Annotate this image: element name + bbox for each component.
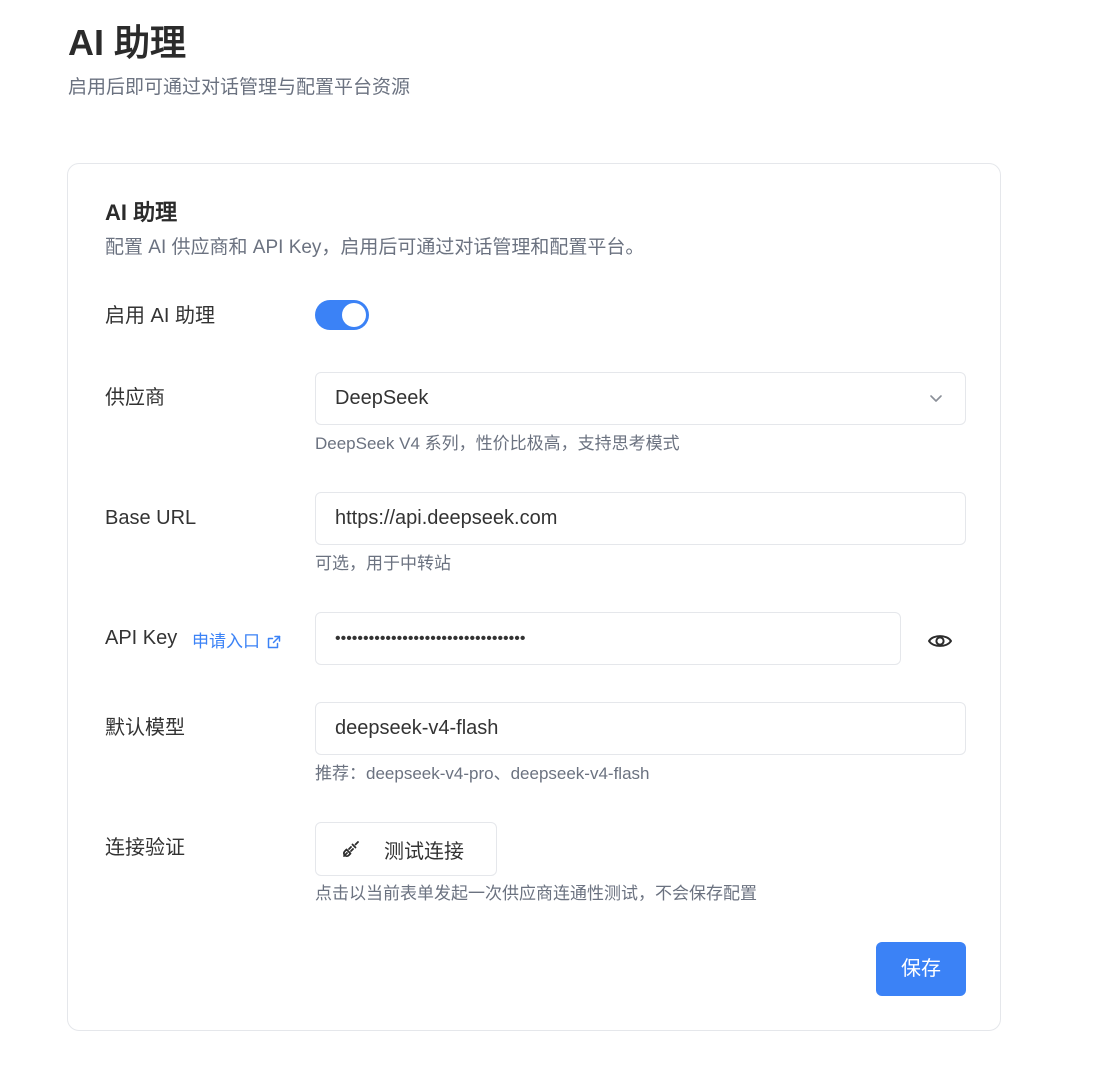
connection-hint: 点击以当前表单发起一次供应商连通性测试，不会保存配置 [315, 884, 757, 903]
provider-hint: DeepSeek V4 系列，性价比极高，支持思考模式 [315, 434, 680, 453]
plug-icon [342, 841, 359, 858]
provider-select[interactable]: DeepSeek [315, 372, 966, 425]
enable-toggle[interactable] [315, 300, 369, 330]
provider-label: 供应商 [105, 387, 165, 409]
toggle-knob [342, 303, 366, 327]
card-description: 配置 AI 供应商和 API Key，启用后可通过对话管理和配置平台。 [105, 237, 645, 258]
eye-icon[interactable] [926, 627, 954, 655]
apply-link[interactable]: 申请入口 [192, 628, 282, 656]
ai-assistant-settings-card: AI 助理 配置 AI 供应商和 API Key，启用后可通过对话管理和配置平台… [67, 163, 1001, 1031]
save-button[interactable]: 保存 [876, 942, 966, 996]
test-connection-label: 测试连接 [384, 840, 464, 863]
connection-label: 连接验证 [105, 837, 185, 859]
base-url-hint: 可选，用于中转站 [315, 554, 451, 573]
api-key-label: API Key [105, 627, 178, 649]
external-link-icon [267, 635, 281, 649]
base-url-input[interactable]: https://api.deepseek.com [315, 492, 966, 545]
card-title: AI 助理 [105, 200, 178, 225]
enable-label: 启用 AI 助理 [105, 305, 216, 327]
apply-link-label: 申请入口 [192, 632, 260, 651]
api-key-input[interactable]: •••••••••••••••••••••••••••••••••• [315, 612, 901, 665]
page-title: AI 助理 [68, 22, 187, 63]
chevron-down-icon [930, 395, 942, 402]
ai-assistant-page: AI 助理 启用后即可通过对话管理与配置平台资源 AI 助理 配置 AI 供应商… [0, 0, 1101, 1065]
provider-selected-value: DeepSeek [335, 387, 429, 409]
test-connection-button[interactable]: 测试连接 [315, 822, 497, 876]
page-subtitle: 启用后即可通过对话管理与配置平台资源 [68, 77, 411, 98]
base-url-label: Base URL [105, 507, 197, 529]
default-model-input[interactable]: deepseek-v4-flash [315, 702, 966, 755]
default-model-label: 默认模型 [105, 717, 185, 739]
default-model-hint: 推荐：deepseek-v4-pro、deepseek-v4-flash [315, 764, 650, 783]
